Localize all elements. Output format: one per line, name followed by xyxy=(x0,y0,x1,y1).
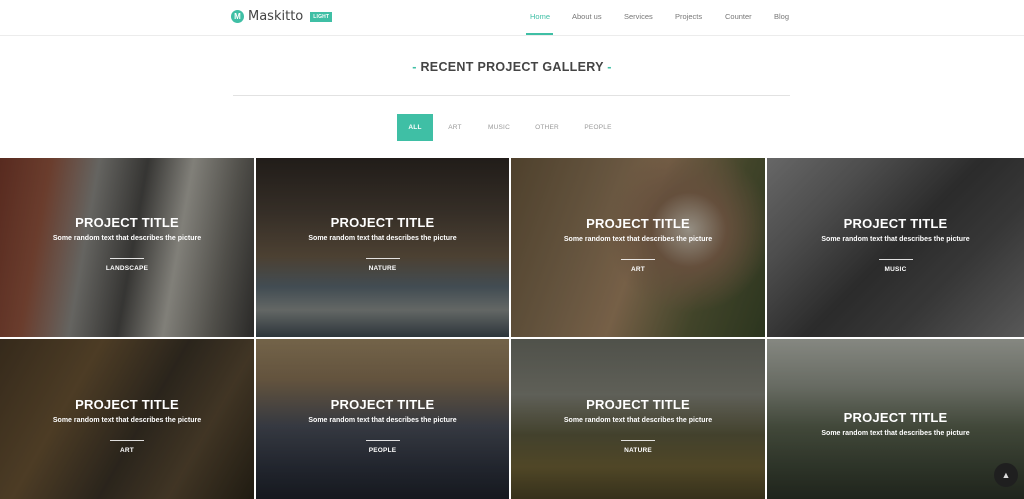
project-card[interactable]: PROJECT TITLE Some random text that desc… xyxy=(0,339,254,499)
title-divider xyxy=(233,95,790,96)
project-title: PROJECT TITLE xyxy=(330,215,435,230)
main-nav: Home About us Services Projects Counter … xyxy=(0,0,1024,36)
caption-divider xyxy=(365,440,400,441)
project-caption: PROJECT TITLE Some random text that desc… xyxy=(0,397,254,454)
caption-divider xyxy=(110,258,144,259)
project-card[interactable]: PROJECT TITLE Some random text that desc… xyxy=(256,158,509,337)
project-description: Some random text that describes the pict… xyxy=(52,417,202,424)
project-card[interactable]: PROJECT TITLE Some random text that desc… xyxy=(511,339,765,499)
project-caption: PROJECT TITLE Some random text that desc… xyxy=(256,215,509,272)
project-category: MUSIC xyxy=(884,266,907,273)
section-title-text: RECENT PROJECT GALLERY xyxy=(420,60,604,74)
project-caption: PROJECT TITLE Some random text that desc… xyxy=(767,216,1024,273)
project-category: ART xyxy=(631,266,645,273)
project-title: PROJECT TITLE xyxy=(330,397,435,412)
project-category: ART xyxy=(120,447,134,454)
caption-divider xyxy=(621,259,655,260)
project-card[interactable]: PROJECT TITLE Some random text that desc… xyxy=(767,339,1024,499)
project-title: PROJECT TITLE xyxy=(586,216,690,231)
filter-people[interactable]: PEOPLE xyxy=(577,114,619,141)
project-description: Some random text that describes the pict… xyxy=(308,417,457,424)
filter-other[interactable]: OTHER xyxy=(529,114,565,141)
nav-item-projects[interactable]: Projects xyxy=(675,12,702,21)
project-gallery: PROJECT TITLE Some random text that desc… xyxy=(0,158,1024,499)
project-description: Some random text that describes the pict… xyxy=(308,235,457,242)
project-description: Some random text that describes the pict… xyxy=(821,236,970,243)
navbar: M Maskitto LIGHT Home About us Services … xyxy=(0,0,1024,36)
project-card[interactable]: PROJECT TITLE Some random text that desc… xyxy=(511,158,765,337)
project-category: NATURE xyxy=(368,265,397,272)
title-dash-right: - xyxy=(607,60,612,74)
nav-item-services[interactable]: Services xyxy=(624,12,653,21)
project-description: Some random text that describes the pict… xyxy=(821,430,970,437)
project-title: PROJECT TITLE xyxy=(843,410,948,425)
caption-divider xyxy=(110,440,144,441)
project-description: Some random text that describes the pict… xyxy=(563,236,713,243)
project-caption: PROJECT TITLE Some random text that desc… xyxy=(767,410,1024,437)
section-title: - RECENT PROJECT GALLERY - xyxy=(0,60,1024,74)
project-card[interactable]: PROJECT TITLE Some random text that desc… xyxy=(767,158,1024,337)
project-category: NATURE xyxy=(624,447,652,454)
nav-active-indicator xyxy=(526,33,553,35)
project-category: PEOPLE xyxy=(368,447,397,454)
nav-item-counter[interactable]: Counter xyxy=(725,12,752,21)
project-caption: PROJECT TITLE Some random text that desc… xyxy=(0,215,254,272)
project-card[interactable]: PROJECT TITLE Some random text that desc… xyxy=(256,339,509,499)
nav-item-blog[interactable]: Blog xyxy=(774,12,789,21)
title-dash-left: - xyxy=(412,60,417,74)
chevron-up-icon[interactable]: ▲ xyxy=(994,463,1018,487)
project-description: Some random text that describes the pict… xyxy=(52,235,202,242)
project-title: PROJECT TITLE xyxy=(586,397,690,412)
filter-music[interactable]: MUSIC xyxy=(481,114,517,141)
project-caption: PROJECT TITLE Some random text that desc… xyxy=(511,397,765,454)
filter-art[interactable]: ART xyxy=(441,114,469,141)
nav-item-home[interactable]: Home xyxy=(530,12,550,21)
filter-all[interactable]: ALL xyxy=(397,114,433,141)
project-title: PROJECT TITLE xyxy=(75,215,179,230)
caption-divider xyxy=(878,259,913,260)
project-title: PROJECT TITLE xyxy=(843,216,948,231)
caption-divider xyxy=(621,440,655,441)
project-category: LANDSCAPE xyxy=(105,265,149,272)
project-caption: PROJECT TITLE Some random text that desc… xyxy=(256,397,509,454)
nav-item-about-us[interactable]: About us xyxy=(572,12,602,21)
project-caption: PROJECT TITLE Some random text that desc… xyxy=(511,216,765,273)
project-title: PROJECT TITLE xyxy=(75,397,179,412)
project-card[interactable]: PROJECT TITLE Some random text that desc… xyxy=(0,158,254,337)
project-description: Some random text that describes the pict… xyxy=(563,417,713,424)
caption-divider xyxy=(365,258,400,259)
